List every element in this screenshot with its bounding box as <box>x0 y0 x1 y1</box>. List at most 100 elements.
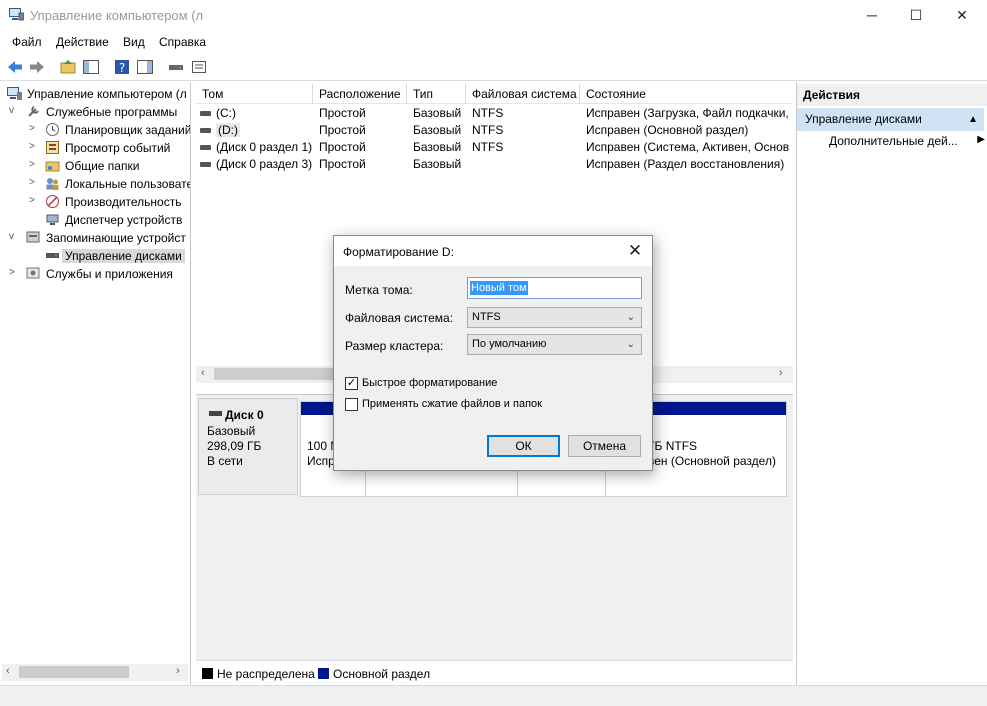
quick-format-checkbox[interactable]: ✓ <box>345 377 358 390</box>
volume-label-label: Метка тома: <box>345 283 413 297</box>
expand-icon[interactable]: v <box>9 105 14 116</box>
collapse-up-icon[interactable]: ▲ <box>968 108 978 131</box>
volume-label-input[interactable]: Новый том <box>467 277 642 299</box>
expand-icon[interactable]: > <box>9 267 15 278</box>
column-header-layout[interactable]: Расположение <box>313 84 407 104</box>
show-hide-tree-icon[interactable] <box>82 58 100 76</box>
legend-primary: Основной раздел <box>333 667 431 681</box>
up-folder-icon[interactable] <box>59 58 77 76</box>
expand-icon[interactable]: > <box>29 177 35 188</box>
cluster-size-label: Размер кластера: <box>345 339 444 353</box>
expand-icon[interactable]: > <box>29 123 35 134</box>
table-row[interactable]: (Диск 0 раздел 3) Простой Базовый Исправ… <box>196 156 793 173</box>
cancel-button[interactable]: Отмена <box>568 435 641 457</box>
column-header-file-system[interactable]: Файловая система <box>466 84 580 104</box>
compression-checkbox[interactable] <box>345 398 358 411</box>
file-system-value: NTFS <box>472 311 501 323</box>
close-icon[interactable]: ✕ <box>624 240 646 262</box>
expand-icon[interactable]: v <box>9 231 14 242</box>
disk-state: В сети <box>207 454 243 468</box>
tree-item-label: Планировщик заданий <box>65 123 191 137</box>
back-arrow-icon[interactable] <box>6 58 24 76</box>
cell-volume: (Диск 0 раздел 1) <box>216 140 313 154</box>
menu-file[interactable]: Файл <box>12 35 42 49</box>
actions-section-label: Управление дисками <box>805 112 922 126</box>
dialog-title-bar: Форматирование D: ✕ <box>334 236 652 266</box>
forward-arrow-icon[interactable] <box>28 58 46 76</box>
actions-pane: Действия Управление дисками ▲ Дополнител… <box>796 82 987 685</box>
column-header-status[interactable]: Состояние <box>580 84 793 104</box>
more-actions-label: Дополнительные дей... <box>829 134 958 148</box>
quick-format-label: Быстрое форматирование <box>362 377 498 389</box>
users-icon <box>46 178 59 190</box>
disk-icon <box>46 253 59 258</box>
tree-item-label: Локальные пользовате <box>65 177 191 191</box>
drive-icon <box>200 145 211 150</box>
tree-item-storage[interactable]: v Запоминающие устройст <box>0 229 190 247</box>
cell-type: Базовый <box>413 123 462 137</box>
maximize-button[interactable]: ☐ <box>893 0 939 30</box>
tree-item-shared-folders[interactable]: > Общие папки <box>0 157 190 175</box>
disk-0-label[interactable]: Диск 0 Базовый 298,09 ГБ В сети <box>198 398 298 495</box>
properties-icon[interactable] <box>190 58 208 76</box>
tree-item-device-manager[interactable]: Диспетчер устройств <box>0 211 190 229</box>
table-row[interactable]: (D:) Простой Базовый NTFS Исправен (Осно… <box>196 122 793 139</box>
cell-volume: (Диск 0 раздел 3) <box>216 157 313 171</box>
tree-item-label: Диспетчер устройств <box>65 213 183 227</box>
tree-item-computer-management[interactable]: Управление компьютером (л <box>0 85 190 103</box>
disk-size: 298,09 ГБ <box>207 439 262 453</box>
table-row[interactable]: (Диск 0 раздел 1) Простой Базовый NTFS И… <box>196 139 793 156</box>
tree-item-services-apps[interactable]: > Службы и приложения <box>0 265 190 283</box>
column-header-type[interactable]: Тип <box>407 84 466 104</box>
disk-icon <box>209 411 222 416</box>
scroll-right-icon[interactable]: › <box>176 665 180 677</box>
ok-button[interactable]: ОК <box>487 435 560 457</box>
expand-icon[interactable]: > <box>29 141 35 152</box>
primary-swatch <box>318 668 329 679</box>
file-system-select[interactable]: NTFS ⌄ <box>467 307 642 328</box>
actions-section-disk-management[interactable]: Управление дисками ▲ <box>797 108 984 131</box>
drive-icon <box>200 128 211 133</box>
tree-item-event-viewer[interactable]: > Просмотр событий <box>0 139 190 157</box>
tree-horizontal-scrollbar[interactable]: ‹ › <box>2 664 188 681</box>
cell-layout: Простой <box>319 106 366 120</box>
partition-status: Испр <box>307 454 335 468</box>
tree-item-disk-management[interactable]: Управление дисками <box>0 247 190 265</box>
partition-status: вен (Основной раздел) <box>648 454 776 468</box>
cell-status: Исправен (Раздел восстановления) <box>586 157 785 171</box>
scroll-left-icon[interactable]: ‹ <box>201 367 205 379</box>
tree-item-label: Просмотр событий <box>65 141 171 155</box>
status-bar <box>0 685 987 706</box>
expand-icon[interactable]: > <box>29 195 35 206</box>
more-actions-item[interactable]: Дополнительные дей... ▶ <box>829 134 985 148</box>
legend: Не распределена Основной раздел <box>196 660 793 685</box>
cell-type: Базовый <box>413 106 462 120</box>
drive-icon <box>200 162 211 167</box>
disk-icon[interactable] <box>167 58 185 76</box>
show-hide-action-pane-icon[interactable] <box>136 58 154 76</box>
minimize-button[interactable]: ─ <box>849 0 895 30</box>
tree-item-local-users[interactable]: > Локальные пользовате <box>0 175 191 193</box>
scroll-thumb[interactable] <box>19 666 129 678</box>
event-viewer-icon <box>46 141 59 154</box>
computer-management-icon <box>7 87 22 100</box>
table-row[interactable]: (C:) Простой Базовый NTFS Исправен (Загр… <box>196 105 793 122</box>
partition-size: ГБ NTFS <box>648 439 698 453</box>
menu-action[interactable]: Действие <box>56 35 109 49</box>
menu-view[interactable]: Вид <box>123 35 145 49</box>
tree-item-performance[interactable]: > Производительность <box>0 193 190 211</box>
menu-help[interactable]: Справка <box>159 35 206 49</box>
unallocated-swatch <box>202 668 213 679</box>
column-header-volume[interactable]: Том <box>196 84 313 104</box>
tree-item-system-tools[interactable]: v Служебные программы <box>0 103 190 121</box>
chevron-down-icon: ⌄ <box>626 339 635 350</box>
clock-icon <box>46 123 59 136</box>
expand-icon[interactable]: > <box>29 159 35 170</box>
tree-item-task-scheduler[interactable]: > Планировщик заданий <box>0 121 191 139</box>
scroll-right-icon[interactable]: › <box>779 367 783 379</box>
scroll-left-icon[interactable]: ‹ <box>6 665 10 677</box>
cluster-size-select[interactable]: По умолчанию ⌄ <box>467 334 642 355</box>
close-window-button[interactable]: ✕ <box>939 0 985 30</box>
shared-folder-icon <box>45 161 60 172</box>
help-icon[interactable]: ? <box>113 58 131 76</box>
